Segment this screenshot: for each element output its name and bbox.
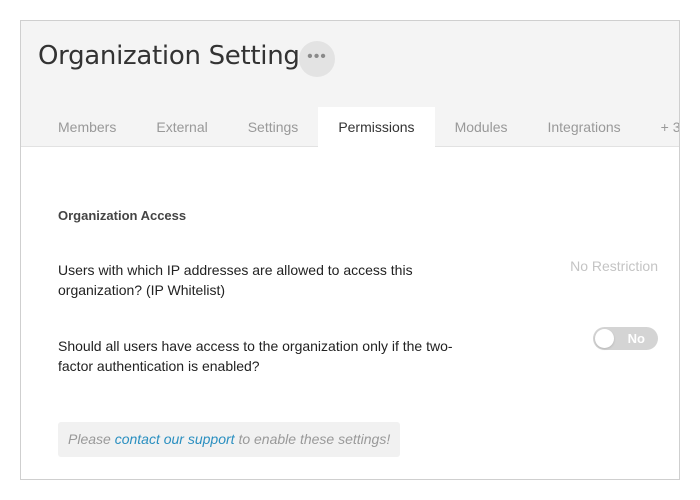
ip-whitelist-value[interactable]: No Restriction <box>570 258 658 274</box>
support-notice: Please contact our support to enable the… <box>58 422 401 457</box>
settings-tabs: Members External Settings Permissions Mo… <box>38 107 679 148</box>
organization-settings-panel: Organization Settings ••• Members Extern… <box>20 20 680 480</box>
notice-prefix: Please <box>68 431 115 447</box>
ip-whitelist-label: Users with which IP addresses are allowe… <box>58 262 413 298</box>
two-factor-label: Should all users have access to the orga… <box>58 338 453 374</box>
more-icon: ••• <box>307 48 327 65</box>
tab-members[interactable]: Members <box>38 107 136 148</box>
section-title: Organization Access <box>58 208 187 223</box>
contact-support-link[interactable]: contact our support <box>115 431 235 447</box>
two-factor-toggle[interactable]: No <box>593 327 658 350</box>
tab-modules[interactable]: Modules <box>435 107 528 148</box>
tab-external[interactable]: External <box>136 107 227 148</box>
tab-more[interactable]: + 3 <box>641 107 679 148</box>
notice-suffix: to enable these settings! <box>234 431 391 447</box>
tab-settings[interactable]: Settings <box>228 107 319 148</box>
permissions-content: Organization Access Users with which IP … <box>58 208 658 457</box>
toggle-label: No <box>627 331 645 346</box>
toggle-knob <box>595 329 614 348</box>
tab-integrations[interactable]: Integrations <box>527 107 640 148</box>
settings-header: Organization Settings ••• Members Extern… <box>21 21 679 148</box>
page-title: Organization Settings <box>38 41 313 71</box>
more-options-button[interactable]: ••• <box>299 41 335 77</box>
tab-permissions[interactable]: Permissions <box>318 107 435 148</box>
